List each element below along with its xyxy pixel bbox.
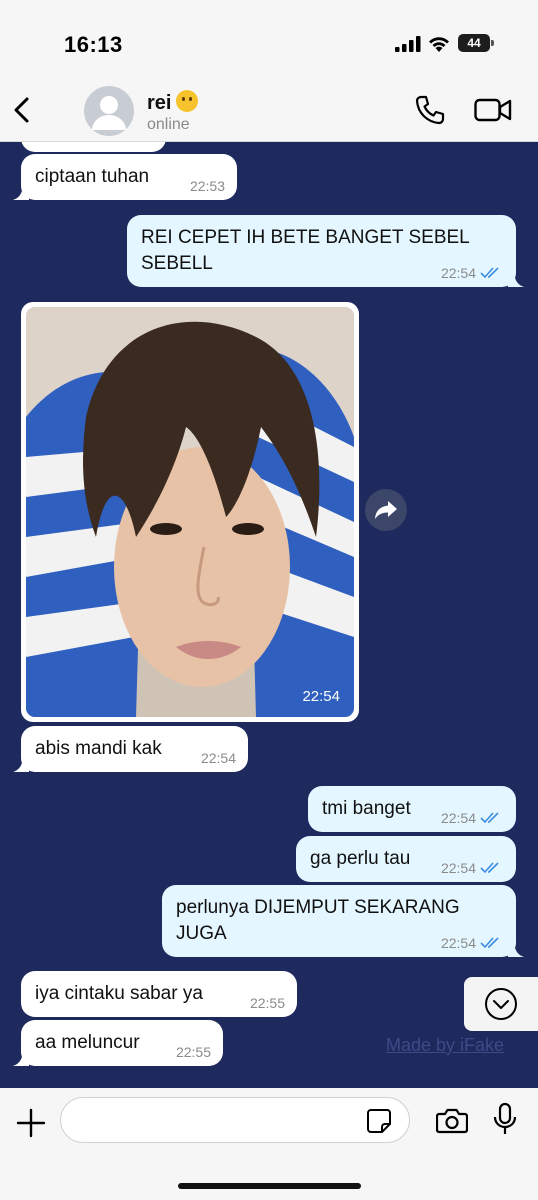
status-time: 16:13 (64, 32, 123, 57)
double-check-read-icon (480, 862, 499, 874)
message-text: ga perlu tau (310, 848, 411, 869)
message-time: 22:55 (175, 1044, 211, 1060)
chevron-down-circle-icon (485, 988, 517, 1020)
video-camera-icon[interactable] (474, 97, 512, 123)
double-check-read-icon (480, 937, 499, 949)
message-text: iya cintaku sabar ya (35, 983, 203, 1004)
message-time-text: 22:54 (440, 265, 476, 281)
message-time: 22:53 (189, 178, 225, 194)
double-check-read-icon (480, 812, 499, 824)
message-input[interactable] (60, 1097, 410, 1143)
home-indicator (178, 1183, 361, 1189)
sticker-icon[interactable] (366, 1108, 392, 1134)
signal-icon (395, 36, 421, 52)
message-text: tmi banget (322, 798, 411, 819)
avatar[interactable] (84, 86, 134, 136)
message-text: abis mandi kak (35, 738, 162, 759)
battery-level: 44 (458, 34, 490, 52)
message-time: 22:54 (200, 750, 236, 766)
photo-message[interactable]: 22:54 (21, 302, 359, 722)
message-bubble-incoming[interactable]: aa meluncur 22:55 (13, 1020, 223, 1066)
photo-image[interactable]: 22:54 (26, 307, 354, 717)
photo-placeholder (26, 307, 354, 717)
double-check-read-icon (480, 267, 499, 279)
bubble-tail (508, 943, 524, 957)
message-time-text: 22:54 (440, 810, 476, 826)
message-bubble-outgoing[interactable]: tmi banget 22:54 (308, 786, 516, 832)
message-bubble-incoming[interactable]: iya cintaku sabar ya 22:55 (21, 971, 297, 1017)
message-time: 22:55 (249, 995, 285, 1011)
photo-time: 22:54 (302, 688, 340, 705)
message-time-text: 22:54 (440, 860, 476, 876)
watermark: Made by iFake (386, 1035, 505, 1055)
contact-status: online (147, 116, 190, 133)
raised-eyebrow-face-emoji-icon (176, 90, 199, 112)
message-bubble-incoming[interactable]: ciptaan tuhan 22:53 (13, 154, 237, 200)
message-bubble-incoming[interactable]: abis mandi kak 22:54 (13, 726, 248, 772)
back-chevron-icon[interactable] (10, 94, 34, 126)
message-bubble-outgoing[interactable]: REI CEPET IH BETE BANGET SEBEL SEBELL 22… (127, 215, 524, 287)
message-time: 22:54 (441, 935, 502, 951)
scroll-down-button[interactable] (464, 977, 538, 1031)
message-time: 22:54 (441, 265, 502, 281)
plus-icon[interactable] (16, 1108, 46, 1138)
wifi-icon (429, 37, 449, 52)
message-text: aa meluncur (35, 1032, 140, 1053)
message-bubble-outgoing[interactable]: perlunya DIJEMPUT SEKARANG JUGA 22:54 (162, 885, 524, 957)
status-bar: 16:13 44 (0, 0, 538, 80)
chat-area[interactable]: ciptaan tuhan 22:53 REI CEPET IH BETE BA… (0, 142, 538, 1088)
phone-icon[interactable] (414, 94, 446, 126)
battery-icon: 44 (458, 34, 494, 52)
message-time: 22:54 (441, 810, 502, 826)
bubble-tail (13, 186, 29, 200)
microphone-icon[interactable] (493, 1102, 517, 1136)
contact-name-row[interactable]: rei (147, 90, 199, 115)
bubble-tail (13, 1052, 29, 1066)
message-bubble-partial[interactable] (21, 142, 166, 152)
battery-tip (491, 40, 494, 46)
message-time-text: 22:54 (440, 935, 476, 951)
bubble-tail (13, 758, 29, 772)
bubble-tail (508, 273, 524, 287)
chat-header: rei online (0, 80, 538, 142)
message-bubble-outgoing[interactable]: ga perlu tau 22:54 (296, 836, 516, 882)
message-text: ciptaan tuhan (35, 166, 150, 187)
input-bar (0, 1088, 538, 1200)
forward-arrow-icon (375, 501, 397, 519)
contact-name[interactable]: rei (147, 92, 171, 114)
message-time: 22:54 (441, 860, 502, 876)
avatar-placeholder-icon (92, 96, 126, 130)
camera-icon[interactable] (436, 1106, 468, 1134)
forward-button[interactable] (365, 489, 407, 531)
